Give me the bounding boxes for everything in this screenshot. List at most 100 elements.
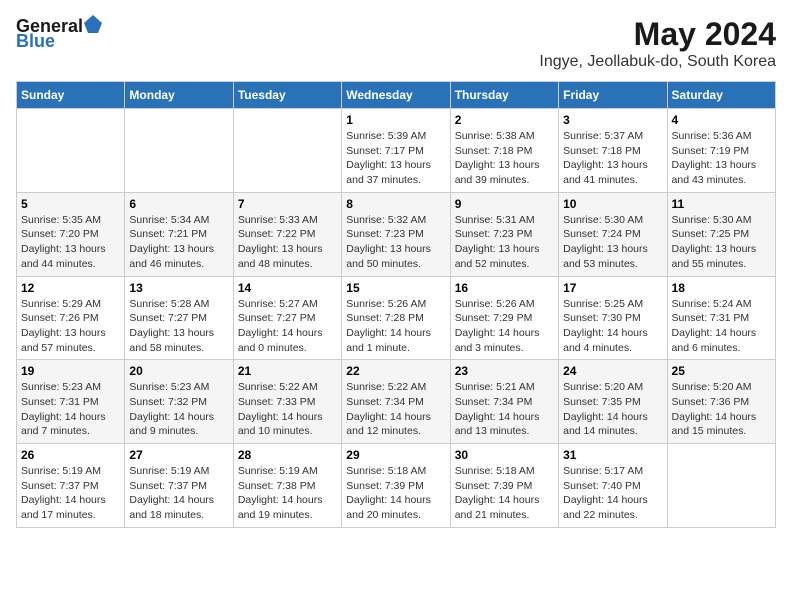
calendar-cell: 29 Sunrise: 5:18 AM Sunset: 7:39 PM Dayli… [342, 444, 450, 528]
day-info: Sunrise: 5:32 AM Sunset: 7:23 PM Dayligh… [346, 213, 445, 272]
day-info: Sunrise: 5:30 AM Sunset: 7:25 PM Dayligh… [672, 213, 771, 272]
calendar-cell: 15 Sunrise: 5:26 AM Sunset: 7:28 PM Dayli… [342, 276, 450, 360]
day-info: Sunrise: 5:22 AM Sunset: 7:34 PM Dayligh… [346, 380, 445, 439]
day-number: 10 [563, 197, 662, 211]
day-info: Sunrise: 5:18 AM Sunset: 7:39 PM Dayligh… [455, 464, 554, 523]
day-number: 5 [21, 197, 120, 211]
day-info: Sunrise: 5:18 AM Sunset: 7:39 PM Dayligh… [346, 464, 445, 523]
day-number: 6 [129, 197, 228, 211]
day-info: Sunrise: 5:28 AM Sunset: 7:27 PM Dayligh… [129, 297, 228, 356]
header-cell-thursday: Thursday [450, 82, 558, 109]
day-info: Sunrise: 5:20 AM Sunset: 7:35 PM Dayligh… [563, 380, 662, 439]
calendar-cell: 12 Sunrise: 5:29 AM Sunset: 7:26 PM Dayli… [17, 276, 125, 360]
calendar-cell [17, 109, 125, 193]
day-number: 2 [455, 113, 554, 127]
day-number: 23 [455, 364, 554, 378]
day-number: 9 [455, 197, 554, 211]
calendar-cell: 6 Sunrise: 5:34 AM Sunset: 7:21 PM Daylig… [125, 192, 233, 276]
day-info: Sunrise: 5:34 AM Sunset: 7:21 PM Dayligh… [129, 213, 228, 272]
day-number: 8 [346, 197, 445, 211]
logo-icon [84, 15, 102, 33]
day-info: Sunrise: 5:33 AM Sunset: 7:22 PM Dayligh… [238, 213, 337, 272]
calendar-cell: 13 Sunrise: 5:28 AM Sunset: 7:27 PM Dayli… [125, 276, 233, 360]
day-info: Sunrise: 5:26 AM Sunset: 7:29 PM Dayligh… [455, 297, 554, 356]
header-cell-wednesday: Wednesday [342, 82, 450, 109]
calendar-cell: 9Sunrise: 5:31 AM Sunset: 7:23 PM Daylig… [450, 192, 558, 276]
calendar-week-4: 26 Sunrise: 5:19 AM Sunset: 7:37 PM Dayli… [17, 444, 776, 528]
location-title: Ingye, Jeollabuk-do, South Korea [539, 53, 776, 71]
calendar: SundayMondayTuesdayWednesdayThursdayFrid… [16, 81, 776, 528]
day-number: 15 [346, 281, 445, 295]
day-info: Sunrise: 5:17 AM Sunset: 7:40 PM Dayligh… [563, 464, 662, 523]
calendar-cell: 11 Sunrise: 5:30 AM Sunset: 7:25 PM Dayli… [667, 192, 775, 276]
logo: General Blue [16, 16, 102, 52]
calendar-cell: 1 Sunrise: 5:39 AM Sunset: 7:17 PM Daylig… [342, 109, 450, 193]
day-number: 13 [129, 281, 228, 295]
header-cell-monday: Monday [125, 82, 233, 109]
calendar-cell: 2 Sunrise: 5:38 AM Sunset: 7:18 PM Daylig… [450, 109, 558, 193]
day-info: Sunrise: 5:29 AM Sunset: 7:26 PM Dayligh… [21, 297, 120, 356]
day-info: Sunrise: 5:25 AM Sunset: 7:30 PM Dayligh… [563, 297, 662, 356]
day-number: 14 [238, 281, 337, 295]
day-number: 4 [672, 113, 771, 127]
calendar-cell: 7Sunrise: 5:33 AM Sunset: 7:22 PM Daylig… [233, 192, 341, 276]
day-number: 17 [563, 281, 662, 295]
calendar-week-3: 19 Sunrise: 5:23 AM Sunset: 7:31 PM Dayli… [17, 360, 776, 444]
day-number: 26 [21, 448, 120, 462]
day-info: Sunrise: 5:24 AM Sunset: 7:31 PM Dayligh… [672, 297, 771, 356]
day-info: Sunrise: 5:19 AM Sunset: 7:38 PM Dayligh… [238, 464, 337, 523]
calendar-cell [667, 444, 775, 528]
day-info: Sunrise: 5:23 AM Sunset: 7:32 PM Dayligh… [129, 380, 228, 439]
day-info: Sunrise: 5:20 AM Sunset: 7:36 PM Dayligh… [672, 380, 771, 439]
day-info: Sunrise: 5:19 AM Sunset: 7:37 PM Dayligh… [129, 464, 228, 523]
day-number: 30 [455, 448, 554, 462]
day-number: 31 [563, 448, 662, 462]
calendar-cell: 22 Sunrise: 5:22 AM Sunset: 7:34 PM Dayli… [342, 360, 450, 444]
calendar-cell: 16 Sunrise: 5:26 AM Sunset: 7:29 PM Dayli… [450, 276, 558, 360]
calendar-cell: 31 Sunrise: 5:17 AM Sunset: 7:40 PM Dayli… [559, 444, 667, 528]
day-number: 25 [672, 364, 771, 378]
day-number: 1 [346, 113, 445, 127]
day-info: Sunrise: 5:27 AM Sunset: 7:27 PM Dayligh… [238, 297, 337, 356]
day-number: 28 [238, 448, 337, 462]
calendar-week-1: 5 Sunrise: 5:35 AM Sunset: 7:20 PM Daylig… [17, 192, 776, 276]
day-number: 11 [672, 197, 771, 211]
day-number: 21 [238, 364, 337, 378]
calendar-body: 1 Sunrise: 5:39 AM Sunset: 7:17 PM Daylig… [17, 109, 776, 528]
calendar-cell: 25 Sunrise: 5:20 AM Sunset: 7:36 PM Dayli… [667, 360, 775, 444]
calendar-cell [233, 109, 341, 193]
title-area: May 2024 Ingye, Jeollabuk-do, South Kore… [539, 16, 776, 71]
day-info: Sunrise: 5:30 AM Sunset: 7:24 PM Dayligh… [563, 213, 662, 272]
header-cell-friday: Friday [559, 82, 667, 109]
calendar-cell: 24 Sunrise: 5:20 AM Sunset: 7:35 PM Dayli… [559, 360, 667, 444]
day-number: 27 [129, 448, 228, 462]
calendar-cell: 14 Sunrise: 5:27 AM Sunset: 7:27 PM Dayli… [233, 276, 341, 360]
calendar-cell: 8 Sunrise: 5:32 AM Sunset: 7:23 PM Daylig… [342, 192, 450, 276]
day-number: 29 [346, 448, 445, 462]
calendar-cell: 17 Sunrise: 5:25 AM Sunset: 7:30 PM Dayli… [559, 276, 667, 360]
day-info: Sunrise: 5:26 AM Sunset: 7:28 PM Dayligh… [346, 297, 445, 356]
day-number: 16 [455, 281, 554, 295]
day-number: 22 [346, 364, 445, 378]
header-cell-sunday: Sunday [17, 82, 125, 109]
day-info: Sunrise: 5:39 AM Sunset: 7:17 PM Dayligh… [346, 129, 445, 188]
day-number: 20 [129, 364, 228, 378]
day-info: Sunrise: 5:35 AM Sunset: 7:20 PM Dayligh… [21, 213, 120, 272]
day-info: Sunrise: 5:37 AM Sunset: 7:18 PM Dayligh… [563, 129, 662, 188]
calendar-cell: 19 Sunrise: 5:23 AM Sunset: 7:31 PM Dayli… [17, 360, 125, 444]
calendar-cell: 5 Sunrise: 5:35 AM Sunset: 7:20 PM Daylig… [17, 192, 125, 276]
day-number: 24 [563, 364, 662, 378]
day-number: 18 [672, 281, 771, 295]
day-info: Sunrise: 5:23 AM Sunset: 7:31 PM Dayligh… [21, 380, 120, 439]
day-number: 19 [21, 364, 120, 378]
calendar-cell: 3 Sunrise: 5:37 AM Sunset: 7:18 PM Daylig… [559, 109, 667, 193]
calendar-cell: 30 Sunrise: 5:18 AM Sunset: 7:39 PM Dayli… [450, 444, 558, 528]
day-info: Sunrise: 5:22 AM Sunset: 7:33 PM Dayligh… [238, 380, 337, 439]
calendar-cell: 4Sunrise: 5:36 AM Sunset: 7:19 PM Daylig… [667, 109, 775, 193]
day-number: 12 [21, 281, 120, 295]
day-info: Sunrise: 5:21 AM Sunset: 7:34 PM Dayligh… [455, 380, 554, 439]
day-number: 3 [563, 113, 662, 127]
day-info: Sunrise: 5:38 AM Sunset: 7:18 PM Dayligh… [455, 129, 554, 188]
calendar-week-2: 12 Sunrise: 5:29 AM Sunset: 7:26 PM Dayli… [17, 276, 776, 360]
calendar-cell: 28 Sunrise: 5:19 AM Sunset: 7:38 PM Dayli… [233, 444, 341, 528]
